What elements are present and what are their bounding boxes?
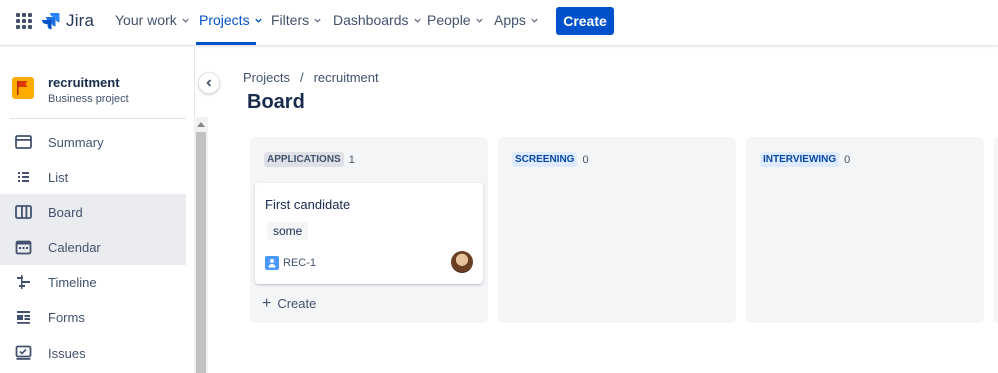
nav-your-work[interactable]: Your work — [115, 12, 190, 28]
nav-filters[interactable]: Filters — [271, 12, 322, 28]
issues-icon — [15, 345, 32, 360]
sidebar-item-label: Forms — [48, 310, 85, 325]
nav-label: Projects — [199, 12, 250, 28]
sidebar-item-calendar[interactable]: Calendar — [0, 229, 186, 265]
list-icon — [18, 172, 29, 182]
column-name: APPLICATIONS — [264, 152, 344, 167]
page-title: Board — [247, 91, 305, 113]
nav-label: People — [427, 12, 471, 28]
nav-label: Filters — [271, 12, 310, 28]
nav-people[interactable]: People — [427, 12, 484, 28]
chevron-left-icon — [206, 79, 212, 87]
board-column-interviewing: INTERVIEWING 0 — [746, 137, 984, 323]
plus-icon: + — [262, 294, 272, 312]
column-count: 0 — [844, 153, 851, 166]
issue-key: REC-1 — [283, 257, 317, 269]
create-label: Create — [277, 296, 317, 311]
board-column-applications: APPLICATIONS 1 First candidate some REC-… — [250, 137, 488, 323]
sidebar-item-summary[interactable]: Summary — [0, 124, 186, 160]
sidebar-item-label: Board — [48, 205, 83, 220]
sidebar-item-forms[interactable]: Forms — [0, 299, 186, 335]
board-icon — [15, 205, 32, 219]
project-sidebar: recruitment Business project Summary Lis… — [0, 47, 194, 373]
project-avatar — [12, 77, 34, 99]
top-navigation: Jira Your work Projects Filters Dashboar… — [0, 0, 998, 46]
timeline-icon — [17, 275, 30, 289]
sidebar-item-label: Calendar — [48, 240, 101, 255]
assignee-avatar[interactable] — [451, 251, 473, 273]
card-title: First candidate — [265, 197, 351, 212]
nav-label: Your work — [115, 12, 177, 28]
chevron-down-icon — [254, 18, 262, 23]
card-label: some — [267, 222, 309, 240]
sidebar-item-board[interactable]: Board — [0, 194, 186, 230]
chevron-down-icon — [413, 18, 421, 23]
sidebar-item-label: List — [48, 170, 69, 185]
column-header: APPLICATIONS 1 — [264, 152, 355, 167]
sidebar-item-label: Timeline — [48, 275, 97, 290]
jira-logo[interactable]: Jira — [42, 11, 94, 31]
nav-dashboards[interactable]: Dashboards — [333, 12, 422, 28]
column-header: SCREENING 0 — [512, 152, 589, 167]
chevron-down-icon — [314, 18, 321, 23]
nav-label: Apps — [494, 12, 526, 28]
project-type: Business project — [48, 93, 129, 105]
project-name: recruitment — [48, 75, 120, 90]
breadcrumb: Projects / recruitment — [243, 70, 379, 85]
chevron-down-icon — [182, 18, 189, 23]
sidebar-item-label: Summary — [48, 135, 104, 150]
column-name: INTERVIEWING — [760, 152, 840, 167]
nav-projects[interactable]: Projects — [199, 12, 263, 28]
board-column-partial — [994, 137, 998, 323]
forms-icon — [17, 311, 30, 324]
sidebar-item-timeline[interactable]: Timeline — [0, 264, 186, 300]
column-create-button[interactable]: + Create — [262, 294, 317, 312]
create-button[interactable]: Create — [556, 7, 614, 35]
column-header: INTERVIEWING 0 — [760, 152, 850, 167]
breadcrumb-projects[interactable]: Projects — [243, 70, 290, 85]
issue-card[interactable]: First candidate some REC-1 — [255, 183, 483, 284]
board-column-screening: SCREENING 0 — [498, 137, 736, 323]
column-name: SCREENING — [512, 152, 578, 167]
card-key: REC-1 — [265, 256, 316, 270]
active-nav-indicator — [196, 42, 256, 45]
chevron-down-icon — [531, 18, 538, 23]
sidebar-divider — [10, 118, 186, 119]
column-count: 1 — [348, 153, 355, 166]
sidebar-item-issues[interactable]: Issues — [0, 335, 186, 371]
summary-icon — [15, 135, 32, 149]
calendar-icon — [15, 240, 32, 255]
nav-apps[interactable]: Apps — [494, 12, 539, 28]
breadcrumb-project[interactable]: recruitment — [314, 70, 379, 85]
sidebar-item-list[interactable]: List — [0, 159, 186, 195]
nav-label: Dashboards — [333, 12, 409, 28]
jira-logo-icon — [42, 13, 60, 30]
chevron-down-icon — [475, 18, 483, 23]
collapse-sidebar-button[interactable] — [198, 72, 220, 94]
scroll-up-arrow-icon[interactable] — [197, 122, 205, 127]
sidebar-item-label: Issues — [48, 346, 86, 361]
issue-type-icon — [265, 256, 279, 270]
flag-icon — [17, 81, 28, 95]
app-switcher-icon[interactable] — [16, 13, 32, 29]
sidebar-scrollbar-thumb[interactable] — [196, 132, 206, 373]
logo-text: Jira — [66, 11, 95, 30]
column-count: 0 — [582, 153, 589, 166]
breadcrumb-separator: / — [299, 70, 304, 85]
